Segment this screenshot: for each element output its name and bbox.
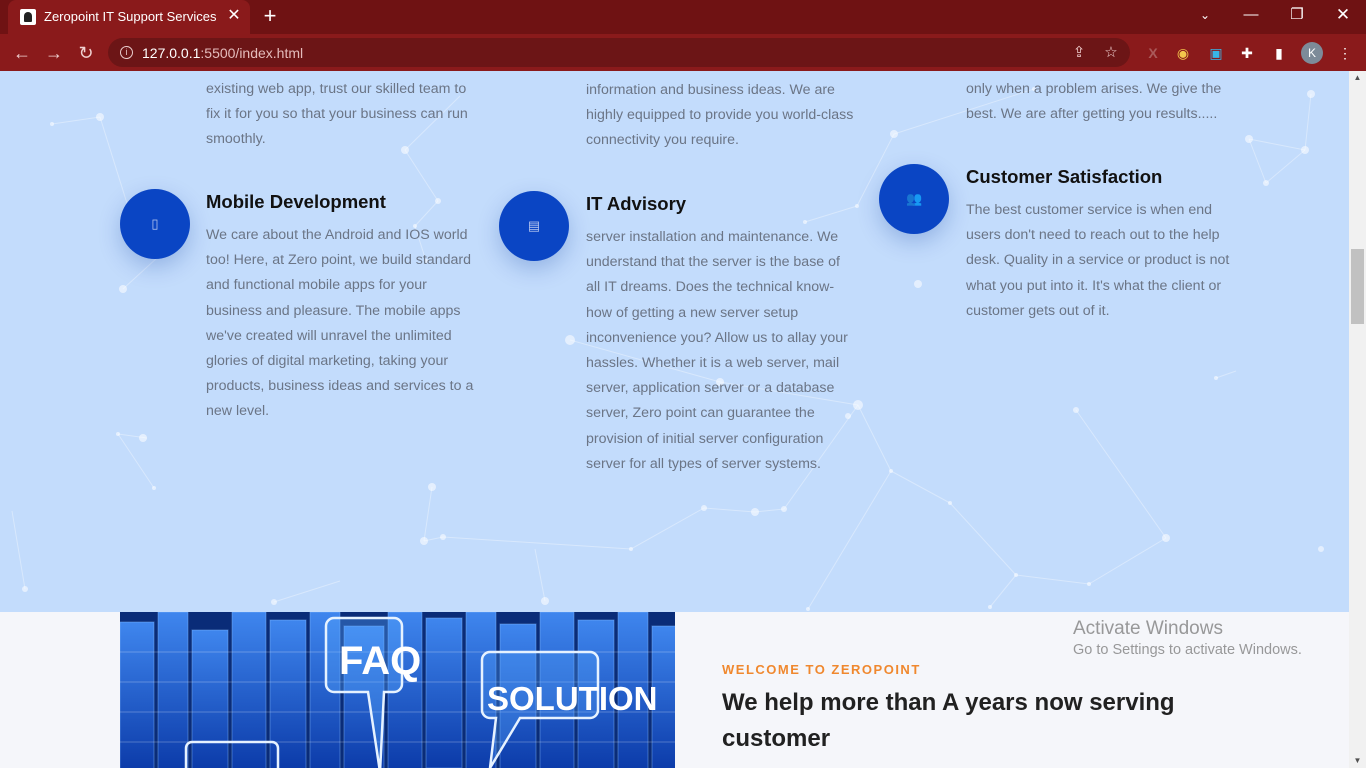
watermark-title: Activate Windows bbox=[1073, 618, 1223, 639]
scroll-up-icon[interactable]: ▲ bbox=[1349, 71, 1366, 85]
support-text: only when a problem arises. We give the … bbox=[966, 81, 1222, 123]
it-advisory-icon-circle: ▤ bbox=[499, 191, 569, 261]
back-icon[interactable]: ← bbox=[10, 41, 34, 65]
site-favicon-icon bbox=[20, 9, 36, 25]
service-description: We care about the Android and IOS world … bbox=[206, 227, 474, 420]
tab-search-icon[interactable]: ⌄ bbox=[1182, 0, 1228, 34]
extension-x-icon[interactable]: X bbox=[1143, 43, 1163, 63]
browser-tab-strip: Zeropoint IT Support Services ✕ + ⌄ — ❐ … bbox=[0, 0, 1366, 34]
mobile-development-icon-circle: ▯ bbox=[120, 189, 190, 259]
restore-icon[interactable]: ❐ bbox=[1274, 0, 1320, 34]
service-title: IT Advisory bbox=[586, 193, 687, 214]
page-scrollbar[interactable]: ▲ ▼ bbox=[1349, 71, 1366, 768]
welcome-kicker: WELCOME TO ZEROPOINT bbox=[722, 662, 921, 677]
side-panel-icon[interactable]: ▮ bbox=[1269, 43, 1289, 63]
extension-translate-icon[interactable]: ▣ bbox=[1206, 43, 1226, 63]
faq-bubble-text: FAQ bbox=[339, 639, 421, 683]
customer-satisfaction-icon-circle: 👥 bbox=[879, 164, 949, 234]
profile-avatar[interactable]: K bbox=[1301, 42, 1323, 64]
extension-color-icon[interactable]: ◉ bbox=[1173, 43, 1193, 63]
share-icon[interactable]: ⇪ bbox=[1069, 43, 1089, 63]
about-headline: We help more than A years now serving cu… bbox=[722, 689, 1175, 752]
browser-toolbar: ← → ↻ i 127.0.0.1:5500/index.html ⇪ ☆ X … bbox=[0, 34, 1366, 71]
service-description: server installation and maintenance. We … bbox=[586, 229, 848, 472]
tab-title: Zeropoint IT Support Services bbox=[44, 9, 217, 24]
service-title: Mobile Development bbox=[206, 191, 386, 212]
page-viewport: existing web app, trust our skilled team… bbox=[0, 71, 1349, 768]
forward-icon[interactable]: → bbox=[42, 41, 66, 65]
mobile-phone-icon: ▯ bbox=[151, 216, 159, 231]
scroll-down-icon[interactable]: ▼ bbox=[1349, 754, 1366, 768]
reload-icon[interactable]: ↻ bbox=[74, 41, 98, 65]
close-window-icon[interactable]: ✕ bbox=[1320, 0, 1366, 34]
faq-solution-image: FAQ SOLUTION bbox=[120, 612, 675, 768]
browser-tab[interactable]: Zeropoint IT Support Services ✕ bbox=[8, 0, 250, 34]
minimize-icon[interactable]: — bbox=[1228, 0, 1274, 34]
service-title: Customer Satisfaction bbox=[966, 166, 1163, 187]
networking-text: information and business ideas. We are h… bbox=[586, 82, 854, 149]
service-description: The best customer service is when end us… bbox=[966, 202, 1230, 319]
services-section: existing web app, trust our skilled team… bbox=[0, 71, 1349, 612]
new-tab-icon[interactable]: + bbox=[258, 5, 282, 29]
site-info-icon[interactable]: i bbox=[120, 46, 133, 59]
address-bar[interactable]: i 127.0.0.1:5500/index.html ⇪ ☆ bbox=[108, 38, 1130, 67]
watermark-subtitle: Go to Settings to activate Windows. bbox=[1073, 642, 1302, 658]
web-development-text: existing web app, trust our skilled team… bbox=[206, 81, 468, 148]
url-path: :5500/index.html bbox=[200, 45, 304, 61]
users-icon: 👥 bbox=[906, 191, 923, 206]
bookmark-star-icon[interactable]: ☆ bbox=[1101, 43, 1121, 63]
scroll-thumb[interactable] bbox=[1351, 249, 1364, 324]
solution-bubble-text: SOLUTION bbox=[487, 680, 658, 717]
url-text[interactable]: 127.0.0.1:5500/index.html bbox=[142, 45, 303, 61]
extensions-puzzle-icon[interactable]: ✚ bbox=[1237, 43, 1257, 63]
url-host: 127.0.0.1 bbox=[142, 45, 201, 61]
browser-menu-icon[interactable]: ⋮ bbox=[1335, 43, 1355, 63]
close-tab-icon[interactable]: ✕ bbox=[224, 6, 244, 26]
book-icon: ▤ bbox=[527, 218, 541, 233]
activate-windows-watermark: Activate Windows Go to Settings to activ… bbox=[1073, 618, 1302, 658]
faq-solution-illustration: FAQ SOLUTION bbox=[120, 612, 675, 768]
